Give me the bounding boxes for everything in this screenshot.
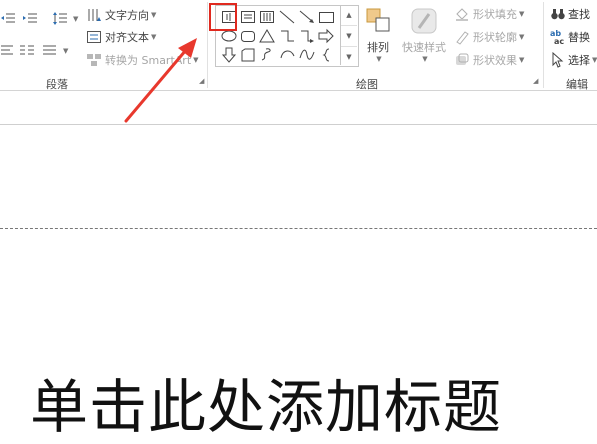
smartart-icon — [86, 52, 102, 68]
line-spacing-icon — [52, 11, 68, 27]
gallery-up-arrow-icon[interactable]: ▲ — [341, 5, 357, 26]
align-text-button[interactable]: 对齐文本 ▼ — [86, 28, 156, 46]
shape-outline-label: 形状轮廓 — [473, 31, 517, 44]
cursor-icon — [550, 52, 566, 68]
chevron-down-icon: ▼ — [519, 33, 525, 41]
convert-smartart-button[interactable]: 转换为 SmartArt ▼ — [86, 51, 199, 69]
chevron-down-icon: ▼ — [151, 33, 157, 41]
arrange-icon — [364, 6, 392, 39]
chevron-down-icon: ▼ — [63, 47, 69, 55]
text-box-shape-icon[interactable] — [239, 8, 257, 26]
arrange-button[interactable]: 排列 ▼ — [362, 6, 394, 63]
chevron-down-icon: ▼ — [73, 15, 79, 23]
slide-top-edge — [0, 124, 597, 125]
replace-label: 替换 — [568, 31, 590, 44]
shape-fill-button[interactable]: 形状填充 ▼ — [454, 5, 524, 23]
convert-smartart-label: 转换为 SmartArt — [105, 54, 192, 67]
vertical-text-shape-icon[interactable] — [258, 8, 276, 26]
paragraph-dialog-launcher-icon[interactable]: ◢ — [199, 78, 206, 85]
columns-icon — [19, 43, 35, 59]
title-placeholder[interactable]: 单击此处添加标题 — [30, 360, 502, 444]
highlight-box — [209, 3, 237, 31]
paint-bucket-icon — [454, 6, 470, 22]
quick-styles-icon — [409, 6, 439, 39]
increase-indent-button[interactable] — [22, 10, 41, 28]
triangle-shape-icon[interactable] — [258, 27, 276, 45]
drawing-dialog-launcher-icon[interactable]: ◢ — [533, 78, 540, 85]
text-direction-label: 文字方向 — [105, 9, 149, 22]
freeform-shape-icon[interactable] — [258, 46, 276, 64]
chevron-down-icon: ▼ — [422, 55, 428, 63]
align-left-icon — [0, 43, 16, 59]
columns-button[interactable] — [0, 42, 19, 60]
elbow-connector-shape-icon[interactable] — [278, 27, 296, 45]
shape-effects-icon — [454, 52, 470, 68]
title-placeholder-border — [0, 228, 597, 229]
quick-styles-button[interactable]: 快速样式 ▼ — [400, 6, 448, 63]
chevron-down-icon: ▼ — [519, 10, 525, 18]
justify-icon — [42, 43, 58, 59]
chevron-down-icon: ▼ — [151, 11, 157, 19]
columns-layout-button[interactable] — [19, 42, 38, 60]
group-separator — [543, 2, 544, 88]
snip-rectangle-shape-icon[interactable] — [239, 46, 257, 64]
text-direction-button[interactable]: 文字方向 ▼ — [86, 6, 156, 24]
line-shape-icon[interactable] — [278, 8, 296, 26]
brace-shape-icon[interactable] — [317, 46, 335, 64]
select-button[interactable]: 选择 ▼ — [550, 51, 597, 69]
decrease-indent-icon — [0, 11, 16, 27]
binoculars-icon — [550, 6, 566, 22]
decrease-indent-button[interactable] — [0, 10, 19, 28]
down-arrow-shape-icon[interactable] — [220, 46, 238, 64]
arc-shape-icon[interactable] — [278, 46, 296, 64]
chevron-down-icon: ▼ — [193, 56, 199, 64]
shapes-gallery-scroll: ▲ ▼ ▼ — [340, 5, 357, 65]
shape-outline-button[interactable]: 形状轮廓 ▼ — [454, 28, 524, 46]
ribbon: ▼ 文字方向 ▼ ▼ 对齐文本 ▼ 转换为 SmartArt ▼ 段落 ◢ ▲ … — [0, 0, 597, 91]
elbow-arrow-connector-shape-icon[interactable] — [298, 27, 316, 45]
right-arrow-shape-icon[interactable] — [317, 27, 335, 45]
align-text-icon — [86, 29, 102, 45]
shape-effects-label: 形状效果 — [473, 54, 517, 67]
gallery-more-icon[interactable]: ▼ — [341, 47, 357, 67]
text-direction-icon — [86, 7, 102, 23]
align-text-label: 对齐文本 — [105, 31, 149, 44]
curve-shape-icon[interactable] — [298, 46, 316, 64]
svg-text:ac: ac — [554, 37, 564, 45]
group-separator — [207, 2, 208, 88]
quick-styles-label: 快速样式 — [402, 41, 446, 54]
replace-icon: ab ac — [550, 29, 566, 45]
line-spacing-button[interactable]: ▼ — [52, 10, 78, 28]
rectangle-shape-icon[interactable] — [317, 8, 335, 26]
chevron-down-icon: ▼ — [592, 56, 597, 64]
shape-effects-button[interactable]: 形状效果 ▼ — [454, 51, 524, 69]
chevron-down-icon: ▼ — [376, 55, 382, 63]
replace-button[interactable]: ab ac 替换 — [550, 28, 590, 46]
find-button[interactable]: 查找 — [550, 5, 590, 23]
shape-fill-label: 形状填充 — [473, 8, 517, 21]
select-label: 选择 — [568, 54, 590, 67]
justify-button[interactable]: ▼ — [42, 42, 68, 60]
gallery-down-arrow-icon[interactable]: ▼ — [341, 26, 357, 47]
chevron-down-icon: ▼ — [519, 56, 525, 64]
pencil-icon — [454, 29, 470, 45]
find-label: 查找 — [568, 8, 590, 21]
increase-indent-icon — [22, 11, 38, 27]
arrange-label: 排列 — [367, 41, 389, 54]
arrow-line-shape-icon[interactable] — [298, 8, 316, 26]
rounded-rectangle-shape-icon[interactable] — [239, 27, 257, 45]
